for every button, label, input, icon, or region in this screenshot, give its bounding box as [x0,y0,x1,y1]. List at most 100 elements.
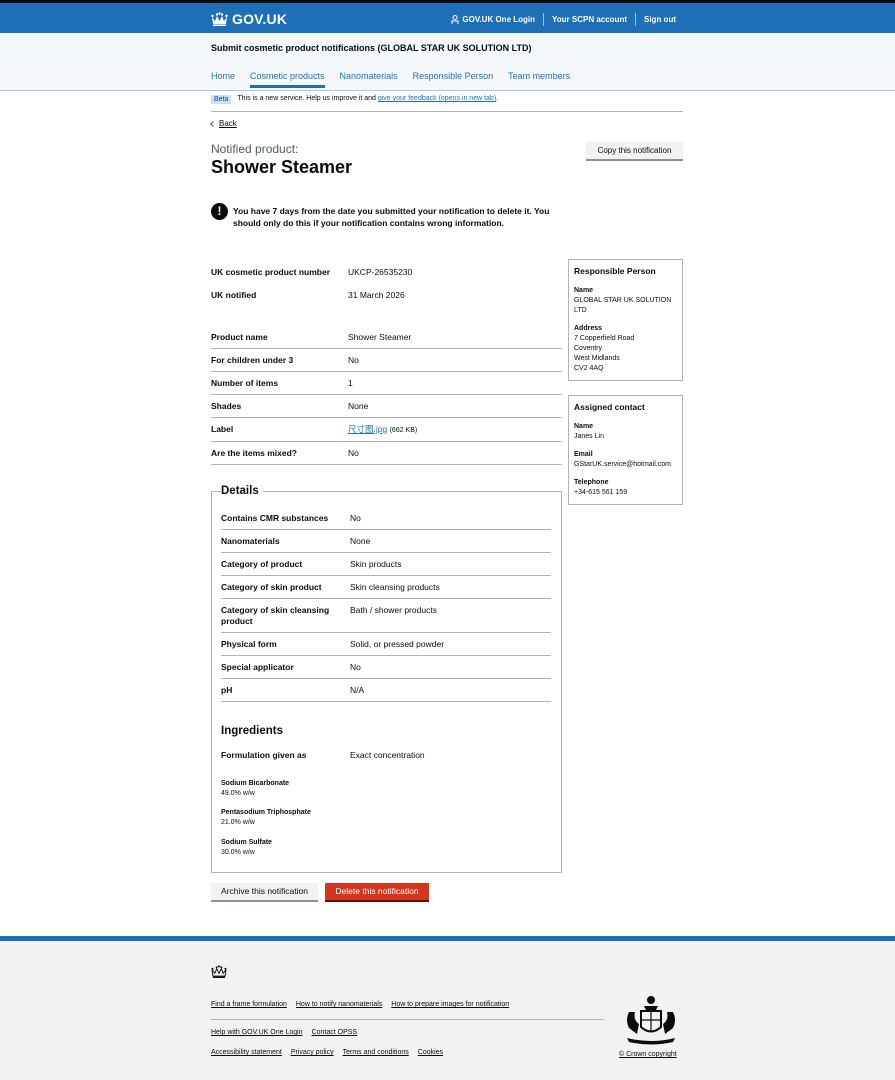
ingredient-name: Sodium Bicarbonate [221,780,290,787]
rp-address-label: Address [574,325,603,332]
rp-name: GLOBAL STAR UK SOLUTION LTD [574,297,672,314]
summary-key: Category of product [221,559,303,569]
footer-link-prepare-images[interactable]: How to prepare images for notification [391,1001,509,1008]
ingredient-name: Sodium Sulfate [221,839,272,846]
crown-icon [211,965,227,978]
summary-key: UK notified [211,289,257,300]
govuk-logo[interactable]: GOV.UK [211,11,287,27]
ingredients-heading: Ingredients [221,725,283,737]
summary-row: Contains CMR substances No [221,507,551,530]
footer-link-accessibility[interactable]: Accessibility statement [211,1049,282,1056]
delete-button[interactable]: Delete this notification [325,883,429,900]
scpn-account-link[interactable]: Your SCPN account [544,13,636,26]
contact-phone-label: Telephone [574,479,609,486]
footer-links-guidance: Find a frame formulation How to notify n… [211,1001,518,1008]
ingredient-item: Pentasodium Triphosphate 21.0% w/w [221,808,311,828]
back-link[interactable]: Back [210,119,237,128]
details-summary-list: Contains CMR substances No Nanomaterials… [221,507,551,702]
assigned-contact-card: Assigned contact Name Janes Lin Email GS… [568,395,683,505]
one-login-link[interactable]: GOV.UK One Login [443,13,545,26]
summary-key: Number of items [211,378,279,388]
crown-copyright-link[interactable]: © Crown copyright [619,1051,677,1058]
summary-row: Formulation given as Exact concentration [221,744,551,767]
label-file-size: (662 KB) [389,427,418,434]
back-label: Back [219,119,237,128]
sign-out-link[interactable]: Sign out [636,13,676,26]
page-title: Shower Steamer [211,157,353,177]
nav-team-members[interactable]: Team members [508,71,570,88]
nav-responsible-person[interactable]: Responsible Person [413,71,494,88]
summary-value: Skin products [350,559,402,569]
summary-key: Are the items mixed? [211,448,297,458]
footer-divider [211,1019,604,1020]
feedback-link[interactable]: give your feedback (opens in new tab) [378,95,496,102]
warning-message: You have 7 days from the date you submit… [233,206,550,228]
footer-link-nanomaterials[interactable]: How to notify nanomaterials [296,1001,382,1008]
details-legend: Details [221,485,263,497]
contact-email-label: Email [574,451,593,458]
summary-key: Category of skin cleansing product [221,605,330,626]
summary-key: Product name [211,332,268,342]
summary-value: Skin cleansing products [350,582,440,592]
service-nav-list: Home Cosmetic products Nanomaterials Res… [211,71,585,88]
phase-text-body: This is a new service. Help us improve i… [237,95,376,102]
summary-key: Physical form [221,639,277,649]
summary-value: N/A [350,685,365,695]
summary-key: pH [221,685,233,695]
summary-row: UK notified 31 March 2026 [211,284,562,307]
nav-nanomaterials[interactable]: Nanomaterials [340,71,398,88]
footer-link-one-login-help[interactable]: Help with GOV.UK One Login [211,1029,303,1036]
summary-key: Label [211,424,234,434]
footer-links-help: Help with GOV.UK One Login Contact OPSS [211,1029,366,1036]
footer-link-frame-formulation[interactable]: Find a frame formulation [211,1001,287,1008]
summary-key: Category of skin product [221,582,322,592]
service-title: Submit cosmetic product notifications (G… [211,43,532,53]
summary-value: None [350,536,371,546]
ingredient-name: Pentasodium Triphosphate [221,809,311,816]
summary-value: 尺寸图.jpg (662 KB) [348,424,562,436]
contact-email: GStarUK.service@hotmail.com [574,461,671,468]
footer-link-terms[interactable]: Terms and conditions [343,1049,409,1056]
formulation-summary: Formulation given as Exact concentration [221,744,551,767]
summary-row: Category of skin product Skin cleansing … [221,576,551,599]
summary-row: UK cosmetic product number UKCP-26535230 [211,261,562,284]
royal-coat-of-arms-icon [627,996,675,1045]
summary-row: Number of items 1 [211,372,562,395]
warning-icon: ! [211,203,228,220]
summary-value: 31 March 2026 [348,289,405,300]
ingredient-concentration: 49.0% w/w [221,790,255,797]
footer-link-cookies[interactable]: Cookies [418,1049,443,1056]
product-summary-list: Product name Shower Steamer For children… [211,326,562,465]
action-buttons: Archive this notification Delete this no… [211,883,436,900]
label-file-link[interactable]: 尺寸图.jpg [348,424,387,434]
contact-phone: +34-615 561 159 [574,489,628,496]
govuk-footer: Find a frame formulation How to notify n… [0,936,895,1080]
summary-value: Bath / shower products [350,605,437,615]
footer-link-contact-opss[interactable]: Contact OPSS [312,1029,358,1036]
ingredient-item: Sodium Sulfate 30.0% w/w [221,838,272,858]
summary-value: None [348,401,369,411]
summary-row: Nanomaterials None [221,530,551,553]
chevron-left-icon [210,120,216,127]
summary-key: UK cosmetic product number [211,267,331,277]
summary-key: Shades [211,401,242,411]
summary-value: No [348,355,359,365]
summary-key: Contains CMR substances [221,513,329,523]
summary-row: Label 尺寸图.jpg (662 KB) [211,418,562,442]
service-navigation: Submit cosmetic product notifications (G… [0,33,895,91]
header-nav: GOV.UK One Login Your SCPN account Sign … [443,13,676,26]
summary-row: pH N/A [221,679,551,702]
footer-link-privacy[interactable]: Privacy policy [291,1049,334,1056]
govuk-header: GOV.UK GOV.UK One Login Your SCPN accoun… [0,3,895,33]
card-title: Assigned contact [574,402,645,412]
summary-row: Product name Shower Steamer [211,326,562,349]
nav-cosmetic-products[interactable]: Cosmetic products [250,71,325,88]
contact-name-label: Name [574,423,594,430]
summary-value: Solid, or pressed powder [350,639,445,649]
copy-notification-button[interactable]: Copy this notification [586,142,683,159]
nav-home[interactable]: Home [211,71,235,88]
archive-button[interactable]: Archive this notification [211,883,318,900]
summary-value: Exact concentration [350,750,425,760]
summary-row: Are the items mixed? No [211,442,562,465]
summary-value: 1 [348,378,353,388]
